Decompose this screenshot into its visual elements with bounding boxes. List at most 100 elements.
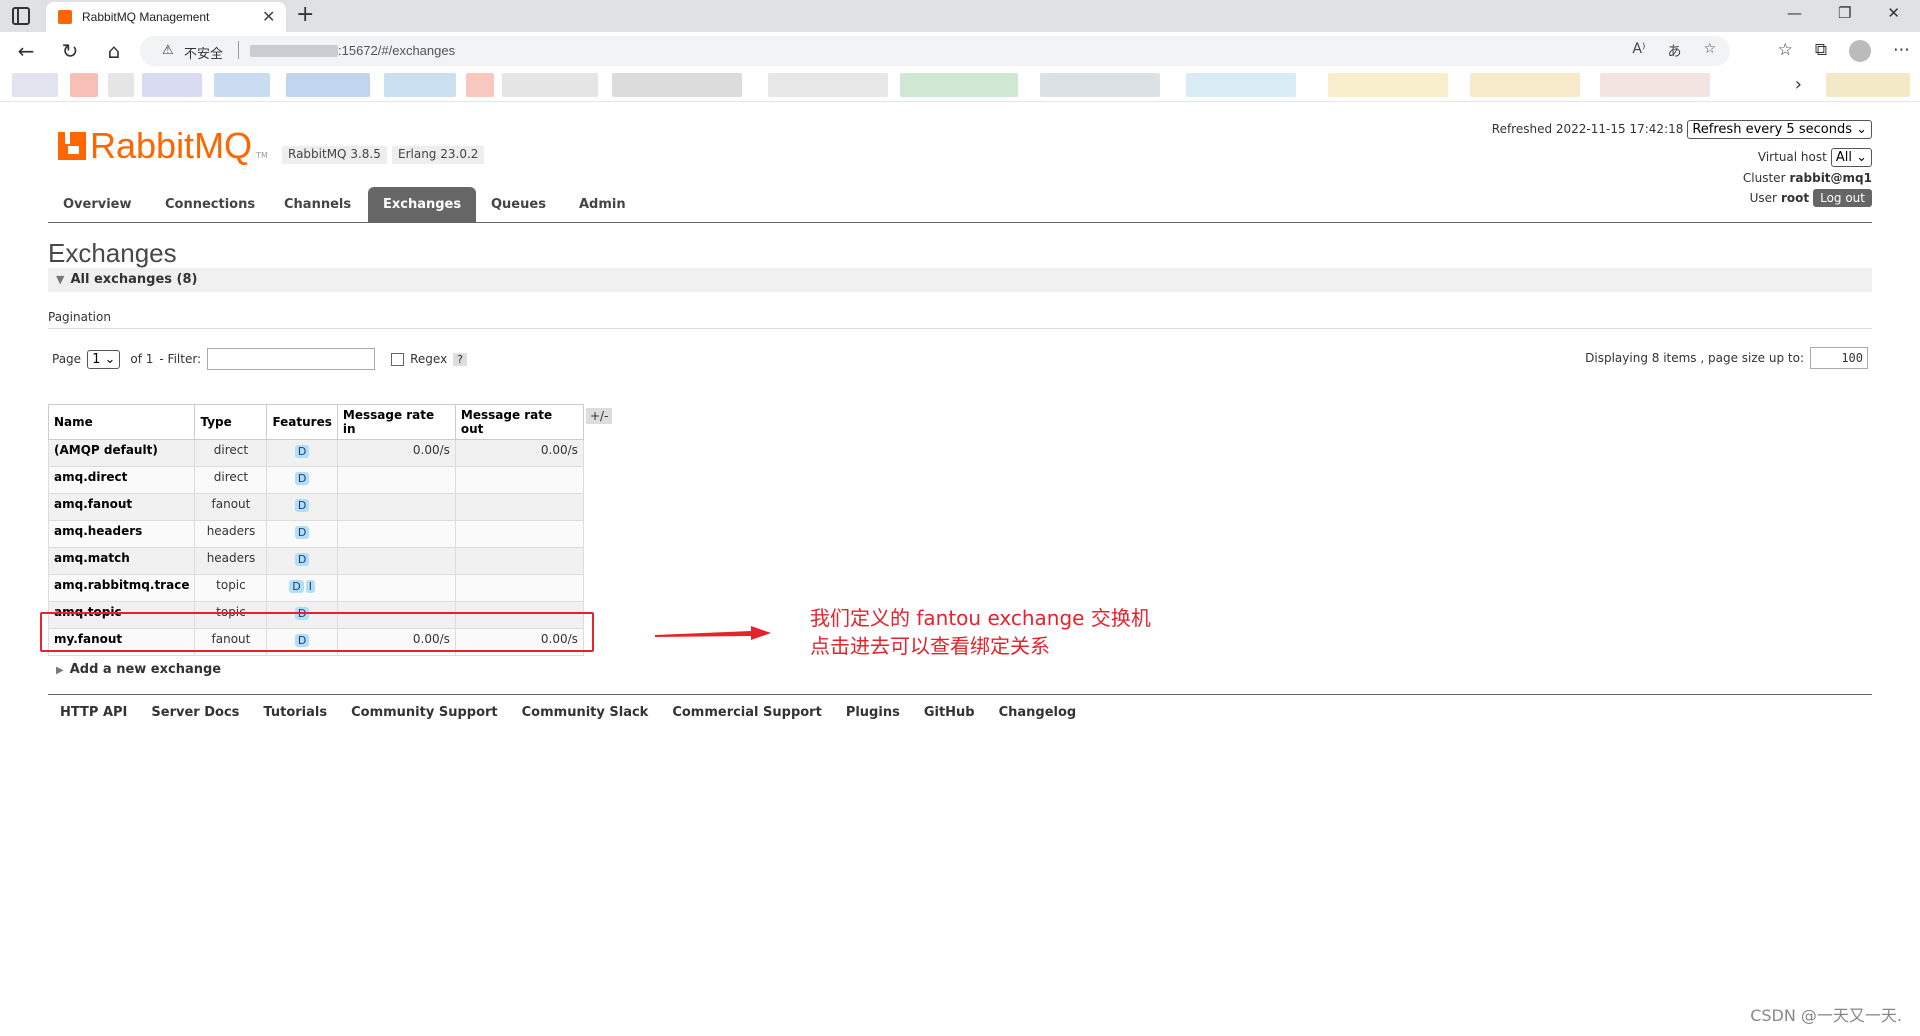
- refresh-interval-select[interactable]: Refresh every 5 seconds ⌄: [1687, 119, 1872, 139]
- close-window-icon[interactable]: ✕: [1887, 4, 1900, 22]
- tab-connections[interactable]: Connections: [150, 187, 270, 222]
- table-row[interactable]: amq.match headers D: [47, 547, 584, 575]
- table-row[interactable]: amq.direct direct D: [47, 466, 584, 494]
- page-size-input[interactable]: 100: [1810, 347, 1868, 369]
- home-icon[interactable]: ⌂: [102, 39, 126, 63]
- footer-link-plugins[interactable]: Plugins: [846, 705, 900, 720]
- url-text[interactable]: :15672/#/exchanges: [338, 43, 455, 58]
- footer-link-community-support[interactable]: Community Support: [351, 705, 498, 720]
- bookmark-blurred[interactable]: [1600, 73, 1710, 97]
- warning-icon[interactable]: ⚠: [162, 43, 174, 58]
- minimize-icon[interactable]: —: [1787, 4, 1802, 22]
- exchange-type: fanout: [194, 493, 268, 521]
- bookmark-blurred[interactable]: [900, 73, 1018, 97]
- exchange-type: direct: [194, 439, 268, 467]
- refreshed-time: Refreshed 2022-11-15 17:42:18: [1491, 122, 1684, 136]
- back-icon[interactable]: ←: [14, 39, 38, 63]
- table-row[interactable]: (AMQP default) direct D 0.00/s 0.00/s: [47, 439, 584, 467]
- favorites-icon[interactable]: ☆: [1778, 40, 1793, 62]
- exchange-name-link[interactable]: (AMQP default): [47, 439, 196, 467]
- col-rate-in[interactable]: Message rate in: [336, 404, 456, 440]
- message-rate-out: [454, 574, 584, 602]
- regex-label: Regex: [410, 352, 448, 366]
- main-nav: Overview Connections Channels Exchanges …: [48, 187, 1872, 223]
- bookmark-blurred[interactable]: [142, 73, 202, 97]
- footer-link-commercial-support[interactable]: Commercial Support: [672, 705, 822, 720]
- rabbitmq-logo[interactable]: RabbitMQ TM: [58, 124, 268, 164]
- favorite-icon[interactable]: ☆: [1703, 41, 1716, 61]
- exchange-name-link[interactable]: amq.rabbitmq.trace: [47, 574, 196, 602]
- regex-checkbox[interactable]: [391, 352, 405, 366]
- bookmark-blurred[interactable]: [1328, 73, 1448, 97]
- feature-badge: D: [294, 445, 310, 458]
- col-name[interactable]: Name: [47, 404, 196, 440]
- bookmark-blurred[interactable]: [1040, 73, 1160, 97]
- col-type[interactable]: Type: [194, 404, 268, 440]
- message-rate-out: [454, 520, 584, 548]
- filter-label: - Filter:: [159, 352, 202, 366]
- table-row[interactable]: amq.rabbitmq.trace topic D I: [47, 574, 584, 602]
- filter-input[interactable]: [207, 348, 376, 370]
- message-rate-out: [454, 493, 584, 521]
- add-new-exchange-toggle[interactable]: ▶ Add a new exchange: [56, 662, 221, 677]
- footer-link-changelog[interactable]: Changelog: [999, 705, 1077, 720]
- bookmark-blurred[interactable]: [466, 73, 494, 97]
- bookmark-blurred[interactable]: [108, 73, 134, 97]
- exchange-name-link[interactable]: amq.match: [47, 547, 196, 575]
- browser-tab[interactable]: RabbitMQ Management ✕: [46, 2, 286, 32]
- bookmark-blurred[interactable]: [1186, 73, 1296, 97]
- table-row[interactable]: amq.fanout fanout D: [47, 493, 584, 521]
- tab-exchanges[interactable]: Exchanges: [368, 187, 477, 222]
- bookmark-blurred[interactable]: [612, 73, 742, 97]
- bookmark-blurred[interactable]: [70, 73, 98, 97]
- read-aloud-icon[interactable]: A⁾: [1632, 41, 1645, 61]
- footer-link-community-slack[interactable]: Community Slack: [522, 705, 649, 720]
- bookmark-blurred[interactable]: [1470, 73, 1580, 97]
- tab-overview[interactable]: Overview: [48, 187, 147, 222]
- bookmark-blurred[interactable]: [12, 73, 58, 97]
- rabbitmq-version: RabbitMQ 3.8.5: [282, 146, 387, 164]
- table-row[interactable]: amq.headers headers D: [47, 520, 584, 548]
- all-exchanges-toggle[interactable]: ▼ All exchanges (8): [48, 268, 1872, 292]
- footer-link-tutorials[interactable]: Tutorials: [263, 705, 327, 720]
- tab-queues[interactable]: Queues: [476, 187, 561, 222]
- virtual-host-select[interactable]: All ⌄: [1830, 147, 1872, 167]
- bookmarks-bar: ›: [0, 70, 1920, 102]
- bookmark-blurred[interactable]: [384, 73, 456, 97]
- col-features[interactable]: Features: [266, 404, 338, 440]
- table-header-row: Name Type Features Message rate in Messa…: [47, 404, 584, 440]
- footer-link-github[interactable]: GitHub: [924, 705, 975, 720]
- bookmark-blurred[interactable]: [502, 73, 598, 97]
- footer-link-http-api[interactable]: HTTP API: [60, 705, 127, 720]
- page-select[interactable]: 1 ⌄: [87, 349, 121, 369]
- url-divider: [238, 41, 239, 59]
- more-icon[interactable]: ⋯: [1893, 40, 1910, 62]
- bookmark-blurred[interactable]: [286, 73, 370, 97]
- exchange-type: topic: [194, 574, 268, 602]
- message-rate-in: [336, 574, 456, 602]
- columns-toggle-button[interactable]: +/-: [586, 408, 613, 424]
- close-tab-icon[interactable]: ✕: [262, 7, 275, 26]
- exchange-name-link[interactable]: amq.fanout: [47, 493, 196, 521]
- reload-icon[interactable]: ↻: [58, 39, 82, 63]
- footer-link-server-docs[interactable]: Server Docs: [151, 705, 239, 720]
- translate-icon[interactable]: あ: [1667, 41, 1681, 61]
- exchange-name-link[interactable]: amq.direct: [47, 466, 196, 494]
- exchange-name-link[interactable]: amq.headers: [47, 520, 196, 548]
- profile-avatar[interactable]: [1849, 40, 1871, 62]
- regex-help-button[interactable]: ?: [453, 352, 468, 366]
- col-rate-out[interactable]: Message rate out: [454, 404, 584, 440]
- bookmark-blurred[interactable]: [1826, 73, 1910, 97]
- url-field[interactable]: ⚠ 不安全 :15672/#/exchanges A⁾ あ ☆: [140, 36, 1730, 66]
- new-tab-button[interactable]: +: [296, 2, 314, 27]
- insecure-label[interactable]: 不安全: [184, 43, 223, 62]
- collections-icon[interactable]: ⧉: [1815, 40, 1827, 62]
- tab-admin[interactable]: Admin: [564, 187, 641, 222]
- restore-icon[interactable]: ❐: [1838, 4, 1851, 22]
- chevron-right-icon[interactable]: ›: [1795, 74, 1802, 95]
- bookmark-blurred[interactable]: [214, 73, 270, 97]
- bookmark-blurred[interactable]: [768, 73, 888, 97]
- tab-channels[interactable]: Channels: [269, 187, 366, 222]
- exchange-features: D: [266, 520, 338, 548]
- tab-actions-icon[interactable]: [12, 7, 30, 25]
